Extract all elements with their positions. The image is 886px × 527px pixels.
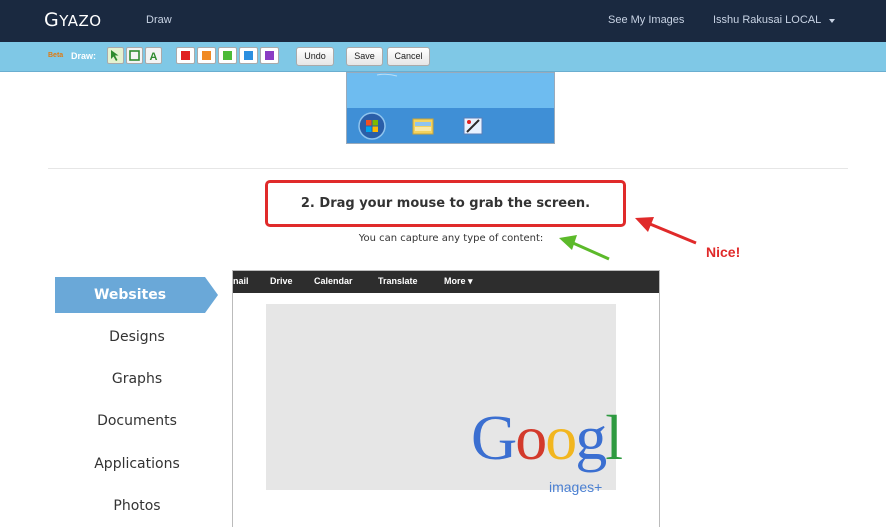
logo-letter: l (605, 402, 623, 473)
logo-letter: o (515, 402, 547, 473)
google-nav-bar: nail Drive Calendar Translate More ▾ (233, 271, 659, 293)
images-plus-label: images+ (549, 479, 603, 495)
category-photos[interactable]: Photos (55, 498, 219, 514)
color-swatch (202, 51, 211, 60)
file-explorer-icon (412, 118, 434, 135)
red-arrow-annotation (635, 217, 697, 245)
save-button[interactable]: Save (346, 47, 383, 66)
category-designs[interactable]: Designs (55, 329, 219, 345)
logo-letter: o (545, 402, 577, 473)
active-category-pointer (205, 277, 218, 313)
cancel-button[interactable]: Cancel (387, 47, 430, 66)
google-nav-item: Translate (378, 276, 418, 286)
nice-annotation: Nice! (706, 244, 741, 260)
text-icon: A (150, 51, 158, 63)
category-websites[interactable]: Websites (55, 277, 205, 313)
category-graphs[interactable]: Graphs (55, 371, 219, 387)
color-swatch (181, 51, 190, 60)
undo-button[interactable]: Undo (296, 47, 334, 66)
logo-letter: G (471, 402, 517, 473)
capture-preview: nail Drive Calendar Translate More ▾ Goo… (232, 270, 660, 527)
color-orange-button[interactable] (197, 47, 216, 64)
section-divider (48, 168, 848, 169)
color-green-button[interactable] (218, 47, 237, 64)
category-documents[interactable]: Documents (55, 413, 219, 429)
color-red-button[interactable] (176, 47, 195, 64)
paint-icon (463, 117, 483, 135)
gyazo-logo[interactable]: GYAZO (44, 9, 102, 31)
draw-toolbar: Beta Draw: A Undo Save Cancel (0, 42, 886, 72)
see-my-images-link[interactable]: See My Images (608, 14, 684, 26)
google-images-logo: Googl (471, 401, 623, 475)
google-nav-item: Calendar (314, 276, 353, 286)
taskbar-screenshot (346, 72, 555, 144)
logo-letter: g (575, 402, 607, 473)
color-purple-button[interactable] (260, 47, 279, 64)
windows-start-icon (358, 112, 386, 140)
brand-text: GYAZO (44, 9, 102, 31)
google-nav-item: nail (233, 276, 249, 286)
green-arrow-annotation (559, 235, 610, 261)
beta-label: Beta (48, 52, 64, 59)
google-nav-item: More ▾ (444, 276, 473, 286)
draw-label: Draw: (71, 51, 97, 61)
text-tool-button[interactable]: A (145, 47, 162, 64)
arrow-tool-button[interactable] (107, 47, 124, 64)
color-swatch (223, 51, 232, 60)
category-applications[interactable]: Applications (55, 456, 219, 472)
color-blue-button[interactable] (239, 47, 258, 64)
section-title[interactable]: Draw (146, 14, 172, 26)
svg-text:A: A (150, 51, 158, 63)
user-menu[interactable]: Isshu Rakusai LOCAL (713, 14, 821, 26)
google-nav-item: Drive (270, 276, 293, 286)
chevron-down-icon[interactable] (829, 19, 835, 23)
color-swatch (244, 51, 253, 60)
taskbar-background (376, 73, 398, 77)
rectangle-tool-button[interactable] (126, 47, 143, 64)
color-swatch (265, 51, 274, 60)
top-navbar: GYAZO Draw See My Images Isshu Rakusai L… (0, 0, 886, 42)
arrow-icon (111, 50, 119, 61)
step-title: 2. Drag your mouse to grab the screen. (300, 196, 591, 211)
rectangle-icon (129, 50, 140, 61)
